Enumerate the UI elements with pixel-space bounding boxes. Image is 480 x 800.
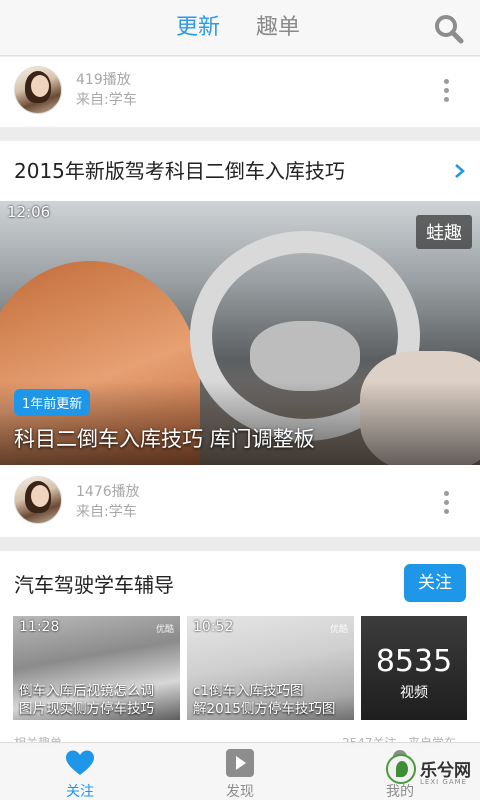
channel-title[interactable]: 汽车驾驶学车辅导 — [14, 572, 174, 598]
video-thumbnail[interactable]: 10:52 优酷 c1倒车入库技巧图 解2015侧方停车技巧图 — [187, 616, 354, 720]
nav-label: 关注 — [66, 784, 94, 800]
avatar[interactable] — [14, 66, 62, 114]
more-options-icon[interactable] — [444, 79, 450, 106]
updated-badge: 1年前更新 — [14, 389, 91, 416]
video-count: 8535 — [375, 644, 453, 679]
source-label: 来自:学车 — [76, 92, 137, 108]
nav-label: 发现 — [226, 784, 254, 800]
video-thumbnail[interactable]: 11:28 优酷 倒车入库后视镜怎么调 图片现实侧方停车技巧 — [13, 616, 180, 720]
leaf-icon — [386, 754, 416, 784]
section-title: 2015年新版驾考科目二倒车入库技巧 — [14, 159, 345, 183]
video-count-tile[interactable]: 8535 视频 — [361, 616, 467, 720]
thumb-caption: c1倒车入库技巧图 解2015侧方停车技巧图 — [193, 683, 336, 717]
post-meta-card: 419播放 来自:学车 — [0, 57, 480, 127]
tab-updates[interactable]: 更新 — [176, 14, 220, 42]
video-count-unit: 视频 — [400, 685, 428, 701]
avatar[interactable] — [14, 476, 62, 524]
play-count: 419播放 — [76, 72, 131, 88]
video-title: 科目二倒车入库技巧 库门调整板 — [14, 427, 315, 451]
source-badge: 蛙趣 — [416, 215, 472, 249]
nav-discover[interactable]: 发现 — [180, 743, 300, 800]
nav-follow[interactable]: 关注 — [20, 743, 140, 800]
section-header[interactable]: 2015年新版驾考科目二倒车入库技巧 — [0, 141, 480, 201]
video-player[interactable]: 12:06 蛙趣 1年前更新 科目二倒车入库技巧 库门调整板 — [0, 201, 480, 465]
tab-fun-list[interactable]: 趣单 — [256, 14, 300, 42]
watermark-logo: 乐兮网 LEXI GAME — [386, 752, 476, 796]
thumb-duration: 10:52 — [193, 619, 234, 635]
follow-button[interactable]: 关注 — [404, 564, 466, 602]
play-count: 1476播放 — [76, 484, 140, 500]
thumb-source: 优酷 — [329, 625, 348, 635]
watermark-sub: LEXI GAME — [420, 778, 468, 786]
video-duration: 12:06 — [7, 203, 51, 221]
thumb-caption: 倒车入库后视镜怎么调 图片现实侧方停车技巧 — [19, 683, 154, 717]
more-options-icon[interactable] — [444, 491, 450, 518]
play-icon — [226, 749, 254, 777]
thumb-duration: 11:28 — [19, 619, 60, 635]
source-label: 来自:学车 — [76, 504, 137, 520]
post-meta-card: 1476播放 来自:学车 — [0, 465, 480, 537]
search-icon[interactable] — [434, 14, 464, 44]
top-bar: 更新 趣单 — [0, 0, 480, 56]
heart-icon — [66, 750, 94, 775]
chevron-right-icon[interactable] — [452, 163, 468, 179]
thumb-source: 优酷 — [155, 625, 174, 635]
